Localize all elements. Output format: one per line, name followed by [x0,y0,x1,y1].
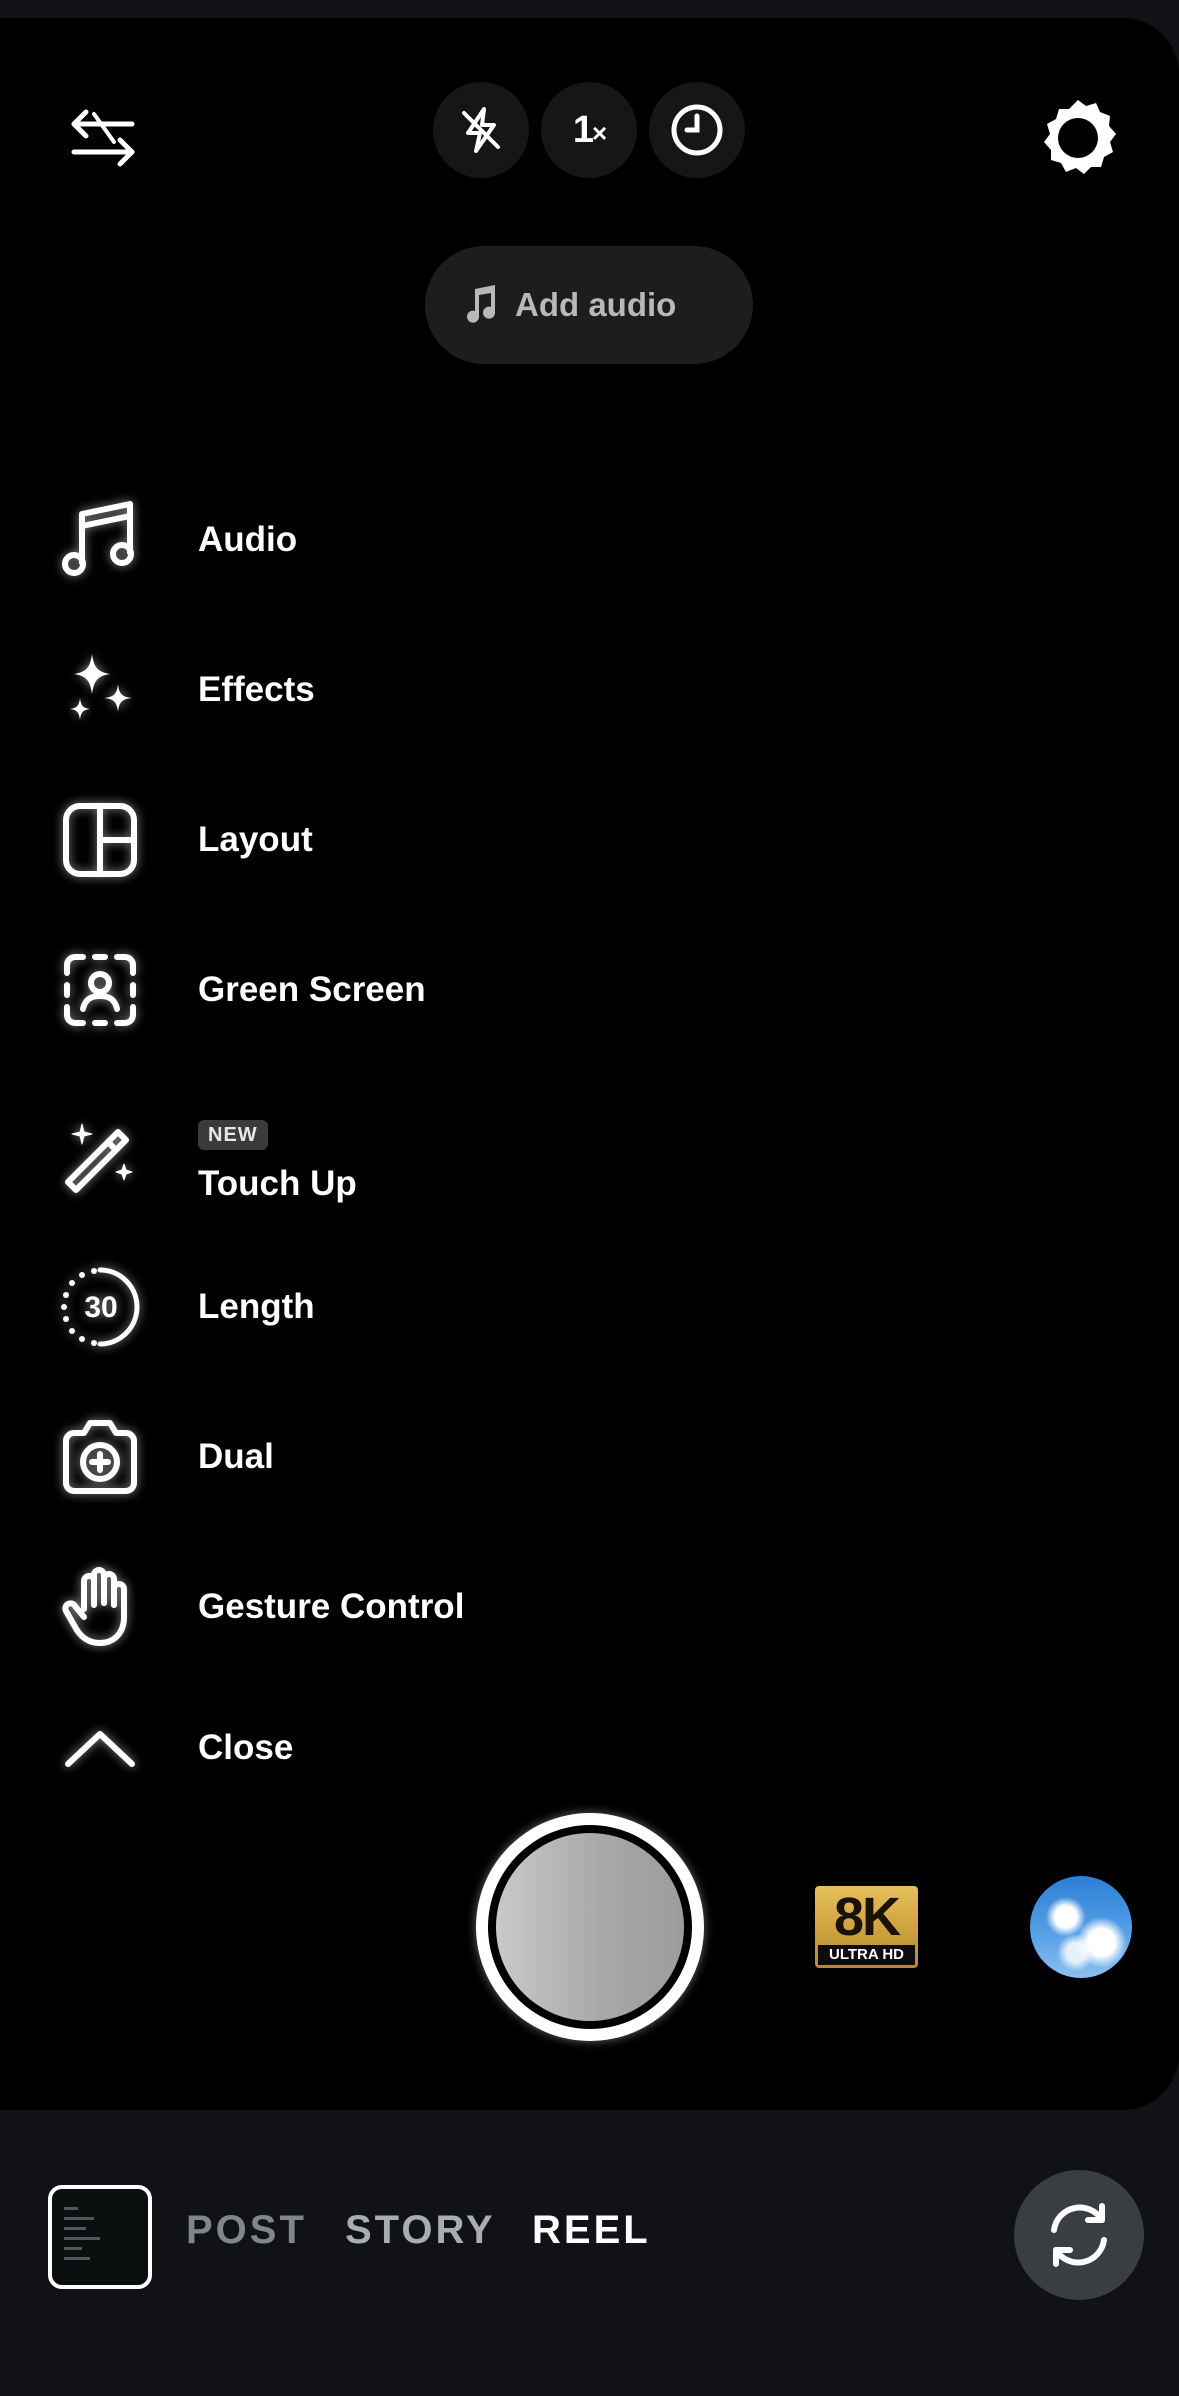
menu-item-green-screen[interactable]: Green Screen [0,930,700,1050]
mode-bar [0,2110,1179,2396]
menu-item-label: Close [198,1728,294,1767]
gear-icon [1044,100,1116,174]
chevron-up-icon [56,1704,144,1792]
flash-off-button[interactable] [433,82,529,178]
menu-item-label: Touch Up [198,1164,357,1203]
zoom-button[interactable]: 1× [541,82,637,178]
menu-item-effects[interactable]: Effects [0,630,700,750]
menu-item-label: Gesture Control [198,1587,465,1626]
camera-viewfinder[interactable]: 1× Add audio Audio Effects Layout Green … [0,18,1179,2110]
menu-item-gesture-control[interactable]: Gesture Control [0,1547,700,1667]
menu-item-audio[interactable]: Audio [0,480,700,600]
settings-button[interactable] [1030,90,1126,186]
swap-arrows-icon[interactable] [62,96,144,178]
new-badge: NEW [198,1120,268,1150]
add-audio-label: Add audio [515,286,677,323]
music-note-icon [467,285,495,323]
menu-item-label: Layout [198,820,313,859]
sparkles-icon [56,646,144,734]
menu-item-label: Length [198,1287,315,1326]
menu-item-label: Effects [198,670,315,709]
menu-item-touch-up[interactable]: Touch Up [0,1096,700,1216]
timer-length-icon: 30 [56,1263,144,1351]
flip-camera-button[interactable] [1014,2170,1144,2300]
flash-off-icon [462,107,500,153]
magic-wand-icon [56,1112,144,1200]
add-audio-button[interactable]: Add audio [425,246,753,364]
menu-item-length[interactable]: 30 Length [0,1247,700,1367]
shutter-button[interactable] [476,1813,704,2041]
8k-ultra-hd-badge[interactable]: 8K ULTRA HD [815,1886,918,1968]
menu-item-close[interactable]: Close [0,1688,700,1808]
mode-tab-story[interactable]: STORY [345,2208,496,2253]
svg-text:30: 30 [84,1291,117,1324]
hand-icon [56,1563,144,1651]
dual-camera-icon [56,1413,144,1501]
mode-tab-reel[interactable]: REEL [532,2208,651,2253]
zoom-label: 1× [572,108,607,151]
green-screen-icon [56,946,144,1034]
menu-item-label: Audio [198,520,298,559]
mode-tab-post[interactable]: POST [186,2208,307,2253]
menu-item-label: Dual [198,1437,274,1476]
gallery-thumbnail[interactable] [48,2185,152,2289]
menu-item-dual[interactable]: Dual [0,1397,700,1517]
clock-icon [671,104,723,156]
layout-grid-icon [56,796,144,884]
music-note-icon [56,496,144,584]
flip-camera-icon [1051,2203,1107,2267]
sky-effect-thumbnail[interactable] [1030,1876,1132,1978]
timer-button[interactable] [649,82,745,178]
menu-item-layout[interactable]: Layout [0,780,700,900]
menu-item-label: Green Screen [198,970,426,1009]
